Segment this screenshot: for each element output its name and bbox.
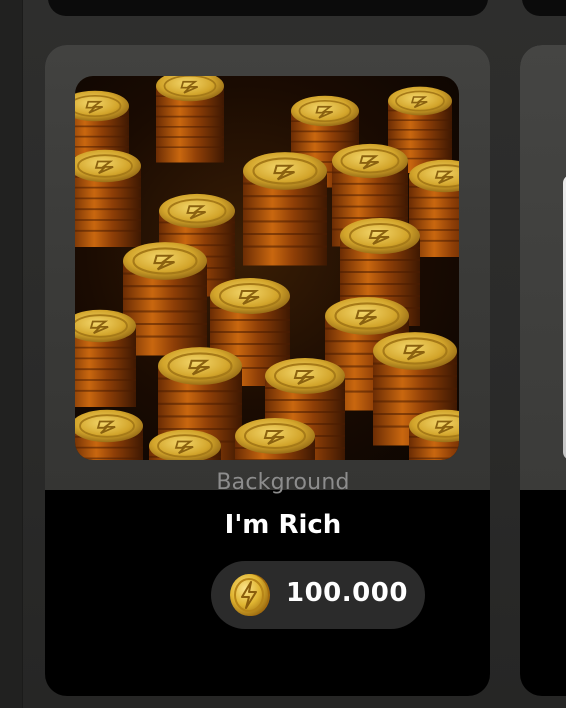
next-card-preview-panel [520, 45, 566, 490]
scroll-gutter [0, 0, 23, 708]
gold-coin-stacks-image [75, 76, 459, 460]
price-button[interactable]: 100.000 [211, 561, 425, 629]
card-preview-panel [45, 45, 490, 490]
price-value: 100.000 [286, 578, 408, 608]
next-store-item-card[interactable] [520, 45, 566, 696]
item-title: I'm Rich [224, 510, 342, 540]
previous-row-card[interactable] [48, 0, 488, 16]
lightning-coin-icon [230, 574, 270, 616]
previous-row-card-right[interactable] [522, 0, 566, 16]
store-grid: Background I'm Rich 100.000 [0, 0, 566, 708]
item-category: Background [216, 470, 350, 495]
item-thumbnail [75, 76, 459, 460]
